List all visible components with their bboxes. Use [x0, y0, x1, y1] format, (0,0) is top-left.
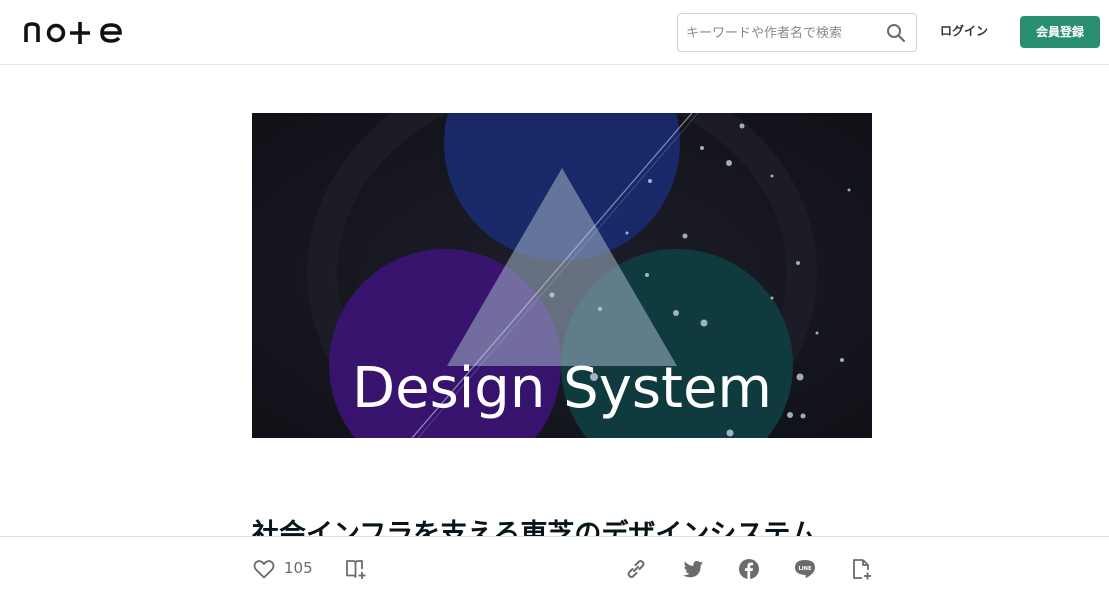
- signup-button[interactable]: 会員登録: [1020, 16, 1100, 48]
- line-icon[interactable]: LINE: [793, 557, 817, 581]
- magazine-add-icon[interactable]: [344, 557, 368, 581]
- heart-icon[interactable]: [252, 557, 276, 581]
- facebook-icon[interactable]: [737, 557, 761, 581]
- search-input[interactable]: [686, 23, 876, 43]
- link-icon[interactable]: [624, 557, 648, 581]
- twitter-icon[interactable]: [681, 557, 705, 581]
- like-count[interactable]: 105: [284, 559, 313, 577]
- embed-icon[interactable]: [849, 557, 873, 581]
- article-action-bar: 105 LINE: [0, 536, 1109, 600]
- login-link[interactable]: ログイン: [930, 22, 998, 42]
- eyecatch-image: Design System: [252, 113, 872, 438]
- search-icon[interactable]: [886, 23, 906, 43]
- site-header: ログイン 会員登録: [0, 0, 1109, 65]
- search-box[interactable]: [677, 13, 917, 52]
- eyecatch-caption: Design System: [352, 356, 772, 421]
- note-logo[interactable]: [24, 18, 124, 46]
- svg-text:LINE: LINE: [798, 566, 812, 572]
